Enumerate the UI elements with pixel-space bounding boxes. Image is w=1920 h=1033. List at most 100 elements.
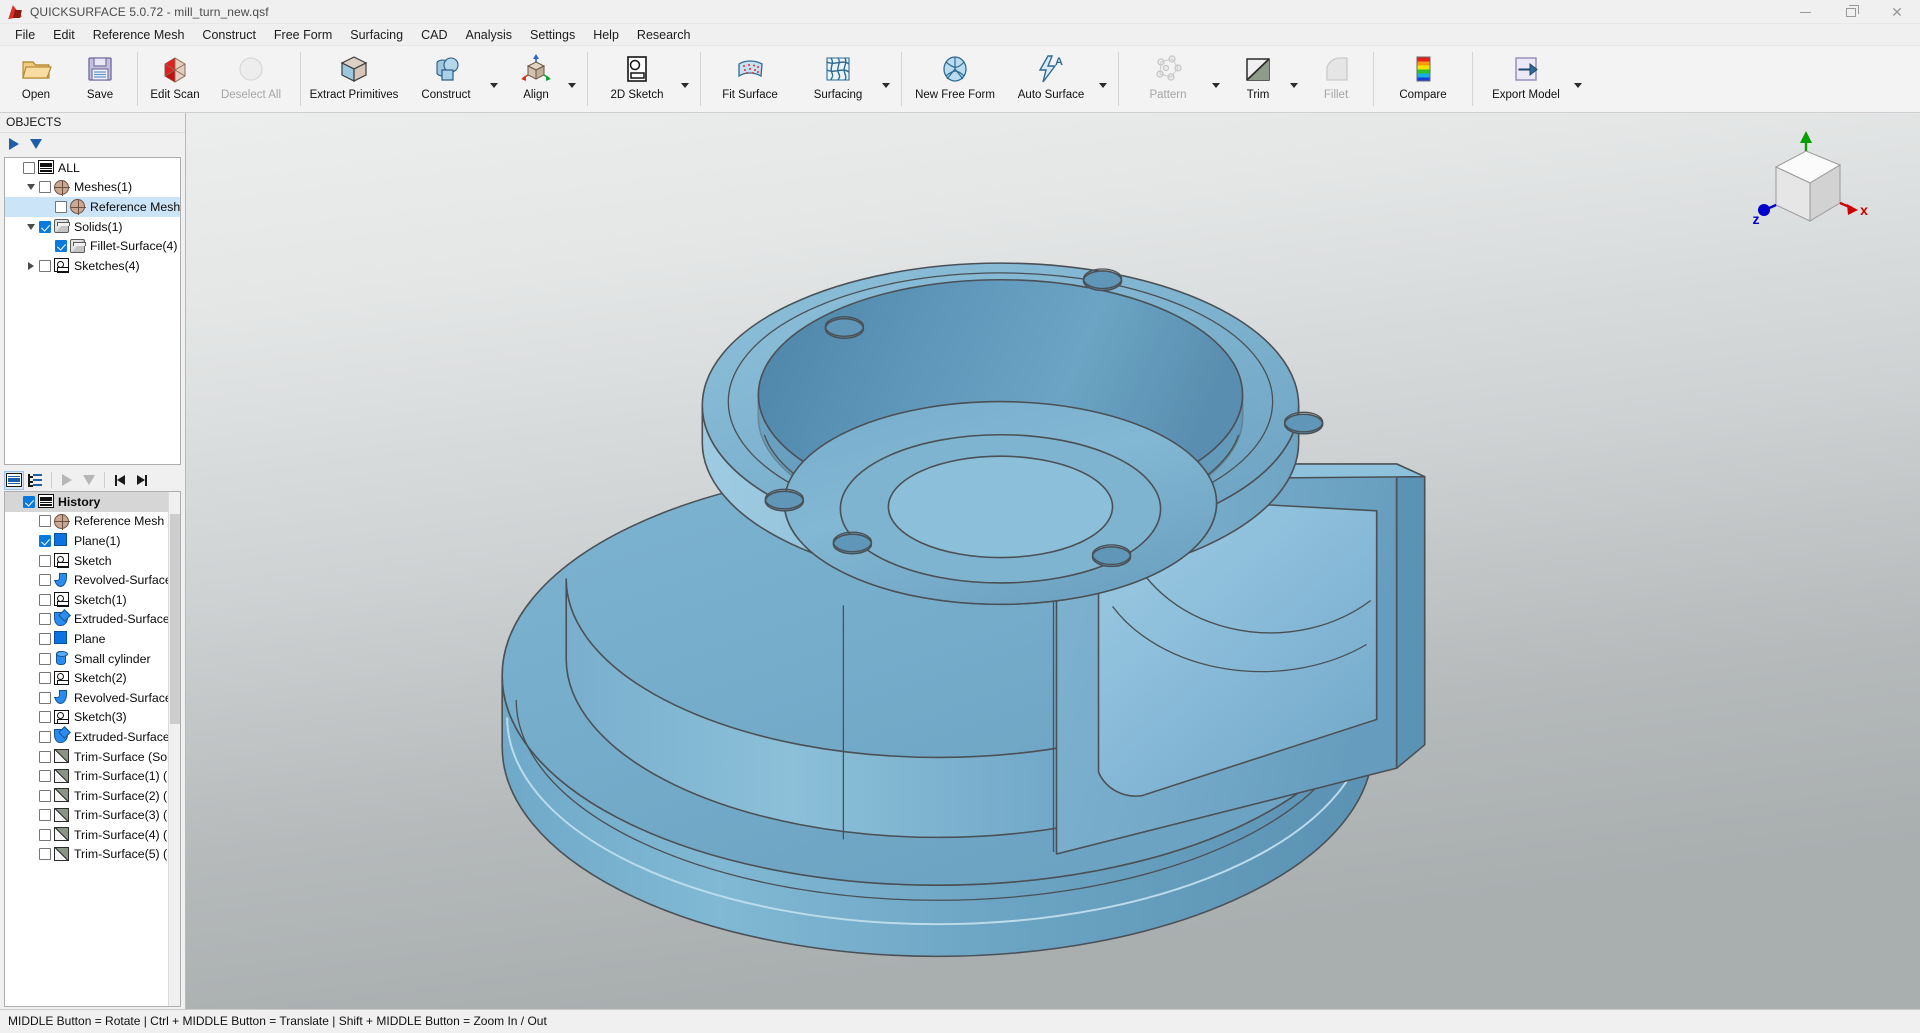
tree-header-history[interactable]: History [5, 492, 180, 512]
visibility-checkbox[interactable] [39, 672, 51, 684]
tree-row-meshes-1[interactable]: Meshes(1) [5, 178, 180, 198]
visibility-checkbox[interactable] [39, 613, 51, 625]
toolbar-dropdown-align[interactable] [568, 46, 582, 112]
visibility-checkbox[interactable] [39, 790, 51, 802]
tree-row-reference-mesh[interactable]: Reference Mesh [5, 512, 180, 532]
toolbar-dropdown-trim[interactable] [1290, 46, 1304, 112]
tree-row-trim-surface-solid[interactable]: Trim-Surface (Solid [5, 747, 180, 767]
toolbar-button-align[interactable]: Align [504, 46, 568, 112]
toolbar-button-save[interactable]: Save [68, 46, 132, 112]
tree-row-sketch-2[interactable]: Sketch(2) [5, 668, 180, 688]
visibility-checkbox[interactable] [39, 731, 51, 743]
visibility-checkbox[interactable] [39, 653, 51, 665]
objects-tree[interactable]: ALLMeshes(1)Reference Mesh (T:Solids(1)F… [4, 157, 181, 465]
chevron-down-icon[interactable] [23, 224, 39, 230]
toolbar-button-extract-primitives[interactable]: Extract Primitives [306, 46, 402, 112]
menu-item-surfacing[interactable]: Surfacing [341, 26, 412, 44]
tree-row-sketches-4[interactable]: Sketches(4) [5, 256, 180, 276]
toolbar-button-edit-scan[interactable]: Edit Scan [143, 46, 207, 112]
toolbar-button-compare[interactable]: Compare [1379, 46, 1467, 112]
tree-row-all[interactable]: ALL [5, 158, 180, 178]
menu-item-file[interactable]: File [6, 26, 44, 44]
menu-item-help[interactable]: Help [584, 26, 628, 44]
toolbar-button-export-model[interactable]: Export Model [1478, 46, 1574, 112]
forward-history-button[interactable] [132, 471, 152, 490]
toolbar-dropdown-surfacing[interactable] [882, 46, 896, 112]
apply-filter-button[interactable] [4, 135, 24, 154]
axis-orientation-widget[interactable]: y x z [1748, 129, 1868, 239]
visibility-checkbox[interactable] [39, 555, 51, 567]
toolbar-dropdown-2d-sketch[interactable] [681, 46, 695, 112]
visibility-checkbox[interactable] [39, 594, 51, 606]
menu-item-cad[interactable]: CAD [412, 26, 456, 44]
tree-row-plane-1[interactable]: Plane(1) [5, 531, 180, 551]
chevron-right-icon[interactable] [23, 262, 39, 270]
tree-row-plane[interactable]: Plane [5, 629, 180, 649]
toolbar-dropdown-auto-surface[interactable] [1099, 46, 1113, 112]
toolbar-dropdown-construct[interactable] [490, 46, 504, 112]
toolbar-button-surfacing[interactable]: Surfacing [794, 46, 882, 112]
filter-settings-button[interactable] [26, 135, 46, 154]
toolbar-button-trim[interactable]: Trim [1226, 46, 1290, 112]
visibility-checkbox[interactable] [23, 162, 35, 174]
tree-row-revolved-surface-s[interactable]: Revolved-Surface (S [5, 570, 180, 590]
visibility-checkbox[interactable] [39, 574, 51, 586]
toolbar-button-2d-sketch[interactable]: 2D Sketch [593, 46, 681, 112]
tree-row-sketch-3[interactable]: Sketch(3) [5, 708, 180, 728]
history-scrollbar[interactable] [168, 492, 180, 1006]
toolbar-button-new-free-form[interactable]: New Free Form [907, 46, 1003, 112]
tree-row-extruded-surface-s[interactable]: Extruded-Surface (S [5, 610, 180, 630]
tree-view-button[interactable] [26, 471, 46, 490]
menu-item-settings[interactable]: Settings [521, 26, 584, 44]
history-filter-button[interactable] [79, 471, 99, 490]
menu-item-construct[interactable]: Construct [193, 26, 265, 44]
visibility-checkbox[interactable] [39, 181, 51, 193]
replay-button[interactable] [57, 471, 77, 490]
visibility-checkbox[interactable] [39, 692, 51, 704]
visibility-checkbox[interactable] [55, 201, 67, 213]
tree-row-fillet-surface-4[interactable]: Fillet-Surface(4) [5, 236, 180, 256]
visibility-checkbox[interactable] [39, 535, 51, 547]
visibility-checkbox[interactable] [39, 260, 51, 272]
visibility-checkbox[interactable] [39, 770, 51, 782]
visibility-checkbox[interactable] [39, 711, 51, 723]
minimize-icon[interactable] [1782, 0, 1828, 24]
visibility-checkbox[interactable] [39, 751, 51, 763]
toolbar-dropdown-pattern[interactable] [1212, 46, 1226, 112]
toolbar-button-construct[interactable]: Construct [402, 46, 490, 112]
tree-row-trim-surface-4-so[interactable]: Trim-Surface(4) (So [5, 825, 180, 845]
chevron-down-icon[interactable] [23, 184, 39, 190]
tree-row-sketch[interactable]: Sketch [5, 551, 180, 571]
history-scroll-thumb[interactable] [170, 514, 180, 724]
tree-row-small-cylinder[interactable]: Small cylinder [5, 649, 180, 669]
tree-row-reference-mesh-t[interactable]: Reference Mesh (T: [5, 197, 180, 217]
menu-item-reference-mesh[interactable]: Reference Mesh [84, 26, 194, 44]
visibility-checkbox[interactable] [39, 515, 51, 527]
visibility-checkbox[interactable] [39, 633, 51, 645]
3d-viewport[interactable]: y x z [186, 113, 1920, 1009]
tree-row-trim-surface-2-so[interactable]: Trim-Surface(2) (So [5, 786, 180, 806]
menu-item-free-form[interactable]: Free Form [265, 26, 341, 44]
toolbar-button-fit-surface[interactable]: Fit Surface [706, 46, 794, 112]
visibility-checkbox[interactable] [39, 848, 51, 860]
list-view-button[interactable] [4, 471, 24, 490]
visibility-checkbox[interactable] [39, 221, 51, 233]
menu-item-edit[interactable]: Edit [44, 26, 84, 44]
menu-item-research[interactable]: Research [628, 26, 700, 44]
visibility-checkbox[interactable] [39, 809, 51, 821]
close-icon[interactable]: ✕ [1874, 0, 1920, 24]
tree-row-trim-surface-1-su[interactable]: Trim-Surface(1) (Su [5, 766, 180, 786]
visibility-checkbox[interactable] [23, 496, 35, 508]
toolbar-dropdown-export-model[interactable] [1574, 46, 1588, 112]
tree-row-trim-surface-5-so[interactable]: Trim-Surface(5) (So [5, 845, 180, 865]
menu-item-analysis[interactable]: Analysis [456, 26, 521, 44]
toolbar-button-auto-surface[interactable]: AAuto Surface [1003, 46, 1099, 112]
tree-row-trim-surface-3-so[interactable]: Trim-Surface(3) (So [5, 806, 180, 826]
history-tree[interactable]: HistoryReference MeshPlane(1)SketchRevol… [4, 491, 181, 1007]
maximize-icon[interactable] [1828, 0, 1874, 24]
toolbar-button-open[interactable]: Open [4, 46, 68, 112]
visibility-checkbox[interactable] [55, 240, 67, 252]
visibility-checkbox[interactable] [39, 829, 51, 841]
tree-row-solids-1[interactable]: Solids(1) [5, 217, 180, 237]
rewind-history-button[interactable] [110, 471, 130, 490]
